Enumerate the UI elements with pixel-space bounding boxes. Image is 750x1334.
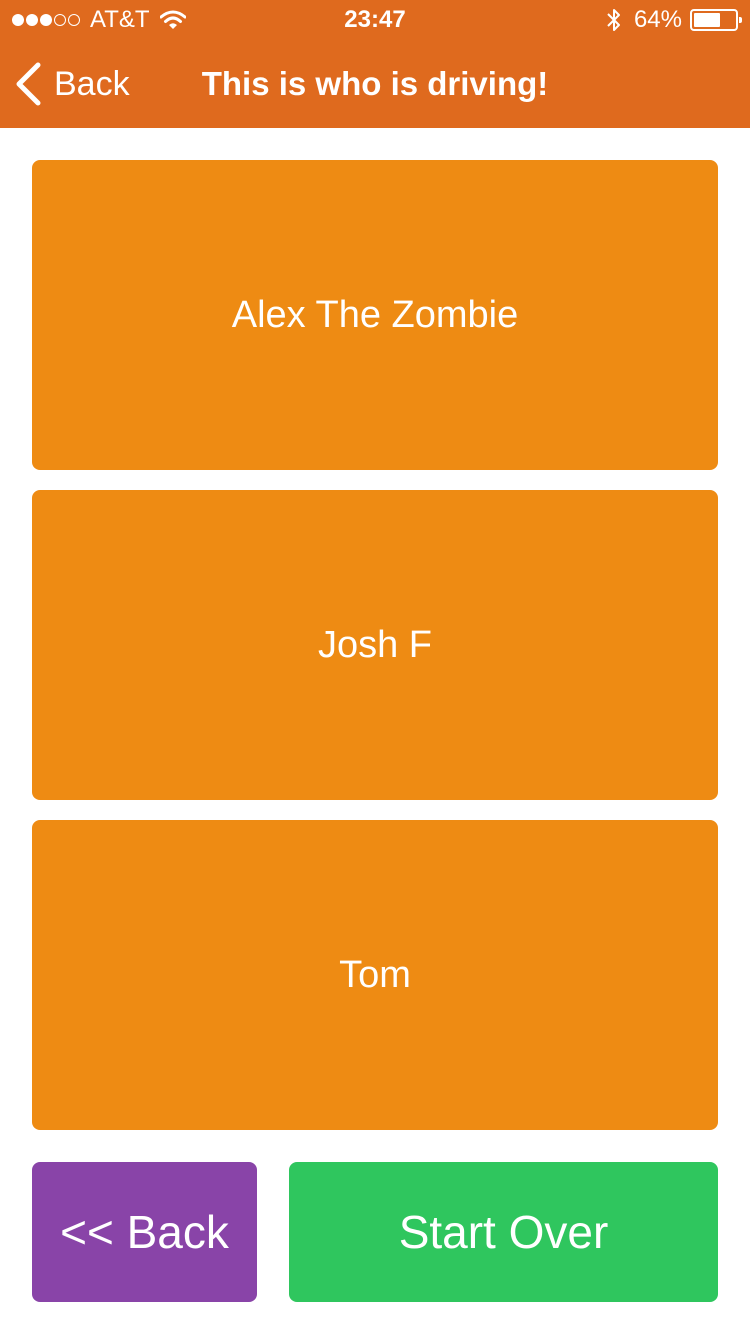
- driver-button-alex[interactable]: Alex The Zombie: [32, 160, 718, 470]
- battery-fill: [694, 13, 720, 27]
- status-bar: AT&T 23:47 64%: [0, 0, 750, 40]
- driver-name: Tom: [339, 953, 411, 996]
- driver-name: Alex The Zombie: [231, 293, 519, 336]
- top-bar: AT&T 23:47 64% Back This is who is drivi…: [0, 0, 750, 128]
- page-title: This is who is driving!: [201, 65, 549, 102]
- bluetooth-icon: [607, 9, 620, 31]
- status-right: 64%: [606, 0, 742, 40]
- driver-list: Alex The Zombie Josh F Tom: [32, 160, 718, 1150]
- back-button[interactable]: << Back: [32, 1162, 257, 1302]
- start-over-label: Start Over: [398, 1206, 609, 1258]
- battery-tip: [739, 17, 742, 23]
- battery-percent: 64%: [633, 6, 682, 33]
- driver-name: Josh F: [317, 623, 433, 666]
- start-over-button[interactable]: Start Over: [289, 1162, 718, 1302]
- driver-button-josh[interactable]: Josh F: [32, 490, 718, 800]
- bottom-actions: << Back Start Over: [32, 1162, 718, 1302]
- back-button-label: << Back: [60, 1206, 229, 1258]
- battery-icon: [690, 9, 742, 31]
- driver-button-tom[interactable]: Tom: [32, 820, 718, 1130]
